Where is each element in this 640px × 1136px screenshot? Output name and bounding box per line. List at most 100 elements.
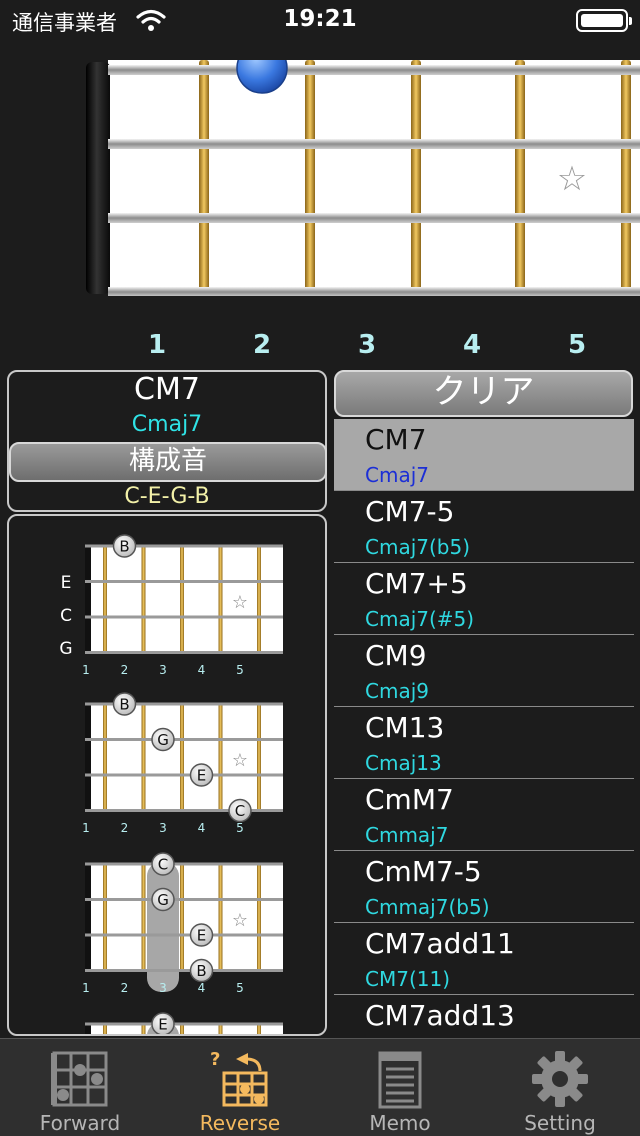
- fret-number-1: 1: [147, 330, 167, 360]
- chord-list-item[interactable]: CM7add11 CM7(11): [334, 923, 634, 995]
- chord-list-item-alt: Cmaj7(#5): [365, 607, 475, 631]
- status-bar: 通信事業者 19:21: [0, 0, 640, 40]
- battery-icon: [576, 9, 632, 32]
- note-dot-label: G: [157, 731, 169, 749]
- diagram-fret-number: 1: [82, 981, 90, 995]
- chord-list-item-alt: Cmaj9: [365, 679, 429, 703]
- clear-button[interactable]: クリア: [334, 370, 633, 417]
- string-4: [108, 287, 640, 296]
- string-1: [108, 65, 640, 75]
- note-dot-label: B: [119, 538, 129, 556]
- chord-list-item[interactable]: CmM7-5 Cmmaj7(b5): [334, 851, 634, 923]
- chord-list-item-name: CM7-5: [365, 495, 455, 528]
- fret-wire-1: [199, 60, 209, 296]
- fretboard[interactable]: ☆: [86, 60, 640, 296]
- string-label: C: [60, 606, 72, 626]
- chord-diagram[interactable]: E: [85, 1012, 283, 1036]
- notepad-icon: [378, 1051, 422, 1109]
- chord-diagram-list: ☆B1 2 3 4 5☆BGEC1 2 3 4 5☆CGEB1 2 3 4 5EECG: [59, 534, 283, 1036]
- diagram-fret-number: 3: [159, 821, 167, 835]
- chord-list-item[interactable]: CM7+5 Cmaj7(#5): [334, 563, 634, 635]
- reverse-chord-icon: ?: [210, 1049, 268, 1107]
- note-dot-label: G: [157, 891, 169, 909]
- chord-alt-name: Cmaj7: [131, 412, 203, 437]
- diagram-fret-number: 5: [236, 663, 244, 677]
- chord-list-item-alt: Cmaj13: [365, 751, 442, 775]
- note-dot-label: E: [158, 1016, 167, 1034]
- barre-marker: [147, 862, 179, 992]
- chord-list-item-alt: Cmmaj7(b5): [365, 895, 490, 919]
- chord-list-item-name: CM13: [365, 711, 445, 744]
- chord-list-item-name: CM7add11: [365, 927, 515, 960]
- tab-forward[interactable]: Forward: [0, 1039, 160, 1136]
- chord-list-item-alt: CM7(11): [365, 967, 450, 991]
- diagram-fret-number: 5: [236, 981, 244, 995]
- star-marker: ☆: [232, 910, 248, 931]
- fret-number-4: 4: [462, 330, 482, 360]
- chord-diagrams-panel[interactable]: ☆ B 1 2 3 4 5 ☆ B G E C 1 2 3 4 5 ☆ C G E B 1 2 3 4 5 E E C G: [7, 514, 327, 1036]
- diagram-fret-number: 2: [121, 981, 129, 995]
- diagram-fret-number: 1: [82, 821, 90, 835]
- star-marker: ☆: [232, 750, 248, 771]
- star-marker: ☆: [557, 159, 587, 199]
- note-dot-label: B: [119, 696, 129, 714]
- chord-list-item[interactable]: CM13 Cmaj13: [334, 707, 634, 779]
- star-marker: ☆: [232, 592, 248, 613]
- string-3: [108, 213, 640, 223]
- fret-wire-5: [621, 60, 631, 296]
- chord-list-item-alt: Cmaj7(b5): [365, 535, 471, 559]
- diagram-fret-number: 2: [121, 821, 129, 835]
- fret-number-2: 2: [252, 330, 272, 360]
- chord-list-item-name: CmM7-5: [365, 855, 482, 888]
- chord-list-item[interactable]: CM7 Cmaj7: [334, 419, 634, 491]
- chord-list[interactable]: CM7 Cmaj7 CM7-5 Cmaj7(b5) CM7+5 Cmaj7(#5) CM9 C…: [334, 419, 640, 1037]
- tab-bar: Forward ? Reverse Memo Setting: [0, 1038, 640, 1136]
- chord-list-item-alt: Cmaj7: [365, 463, 429, 487]
- fret-wire-2: [305, 60, 315, 296]
- chord-diagram[interactable]: ☆ B G E C 1 2 3 4 5: [82, 692, 283, 835]
- chord-list-item[interactable]: CM7-5 Cmaj7(b5): [334, 491, 634, 563]
- tab-label: Reverse: [199, 1111, 281, 1135]
- chord-list-item[interactable]: CM9 Cmaj9: [334, 635, 634, 707]
- note-dot-label: C: [158, 856, 168, 874]
- diagram-fret-number: 2: [121, 663, 129, 677]
- note-dot-label: C: [235, 802, 245, 820]
- tab-label: Forward: [39, 1111, 121, 1135]
- fret-wire-4: [515, 60, 525, 296]
- chord-list-item-name: CM7+5: [365, 567, 468, 600]
- chord-name: CM7: [134, 372, 200, 407]
- string-label: E: [61, 573, 72, 593]
- chord-list-item-name: CM7: [365, 423, 427, 456]
- diagram-fret-number: 5: [236, 821, 244, 835]
- chord-diagram[interactable]: ☆ B 1 2 3 4 5: [82, 534, 283, 677]
- diagram-fret-number: 1: [82, 663, 90, 677]
- chord-list-item[interactable]: CmM7 Cmmaj7: [334, 779, 634, 851]
- tab-label: Setting: [524, 1111, 596, 1135]
- diagram-fret-number: 4: [198, 821, 206, 835]
- tab-setting[interactable]: Setting: [480, 1039, 640, 1136]
- string-2: [108, 139, 640, 149]
- note-dot-label: E: [197, 927, 206, 945]
- tab-label: Memo: [369, 1111, 431, 1135]
- chord-list-item-alt: Cmmaj7: [365, 823, 449, 847]
- tab-reverse[interactable]: ? Reverse: [160, 1039, 320, 1136]
- chord-list-item-name: CM9: [365, 639, 427, 672]
- svg-text:?: ?: [210, 1049, 220, 1070]
- diagram-fret-number: 3: [159, 663, 167, 677]
- clock: 19:21: [283, 6, 357, 32]
- chord-grid-icon: [51, 1051, 108, 1107]
- diagram-fret-number: 4: [198, 981, 206, 995]
- chord-notes: C-E-G-B: [124, 484, 210, 509]
- component-notes-button[interactable]: 構成音: [9, 442, 327, 482]
- gear-icon: [532, 1051, 588, 1107]
- fret-number-5: 5: [567, 330, 587, 360]
- chord-list-item-name: CM7add13: [365, 999, 515, 1032]
- chord-list-item[interactable]: CM7add13: [334, 995, 634, 1037]
- tab-memo[interactable]: Memo: [320, 1039, 480, 1136]
- fret-number-3: 3: [357, 330, 377, 360]
- diagram-fret-number: 4: [198, 663, 206, 677]
- diagram-fret-number: 3: [159, 981, 167, 995]
- note-dot-label: E: [197, 767, 206, 785]
- chord-diagram[interactable]: ☆ CG EB 1 2 3 4 5: [82, 852, 283, 995]
- note-dot-label: B: [196, 962, 206, 980]
